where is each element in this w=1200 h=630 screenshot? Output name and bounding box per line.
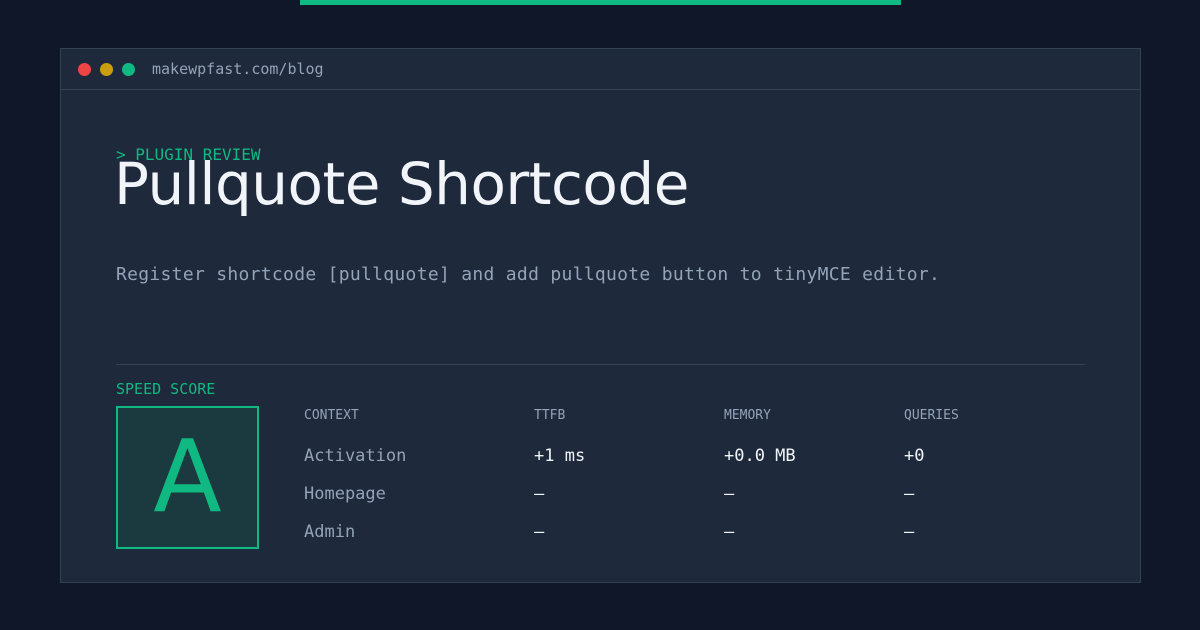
row-admin-memory: — xyxy=(724,522,735,542)
row-admin-context: Admin xyxy=(304,522,356,542)
accent-top-bar xyxy=(300,0,901,5)
row-activation-context: Activation xyxy=(304,446,407,466)
speed-grade-box: A xyxy=(116,406,259,549)
close-dot-icon[interactable] xyxy=(78,63,91,76)
row-admin-queries: — xyxy=(904,522,915,542)
page-title: Pullquote Shortcode xyxy=(114,150,689,218)
window-titlebar: makewpfast.com/blog xyxy=(61,49,1140,90)
row-admin-ttfb: — xyxy=(534,522,545,542)
speed-score-label: SPEED SCORE xyxy=(116,380,216,398)
plugin-description: Register shortcode [pullquote] and add p… xyxy=(116,264,941,285)
browser-window: makewpfast.com/blog > PLUGIN REVIEW Pull… xyxy=(60,48,1141,583)
row-homepage-queries: — xyxy=(904,484,915,504)
section-divider xyxy=(116,364,1085,365)
column-header-queries: QUERIES xyxy=(904,408,959,423)
minimize-dot-icon[interactable] xyxy=(100,63,113,76)
row-activation-memory: +0.0 MB xyxy=(724,446,796,466)
maximize-dot-icon[interactable] xyxy=(122,63,135,76)
row-activation-ttfb: +1 ms xyxy=(534,446,586,466)
row-homepage-ttfb: — xyxy=(534,484,545,504)
row-homepage-context: Homepage xyxy=(304,484,386,504)
column-header-memory: MEMORY xyxy=(724,408,771,423)
window-url: makewpfast.com/blog xyxy=(152,60,324,78)
row-homepage-memory: — xyxy=(724,484,735,504)
row-activation-queries: +0 xyxy=(904,446,925,466)
speed-grade: A xyxy=(153,417,222,535)
column-header-ttfb: TTFB xyxy=(534,408,566,423)
column-header-context: CONTEXT xyxy=(304,408,359,423)
